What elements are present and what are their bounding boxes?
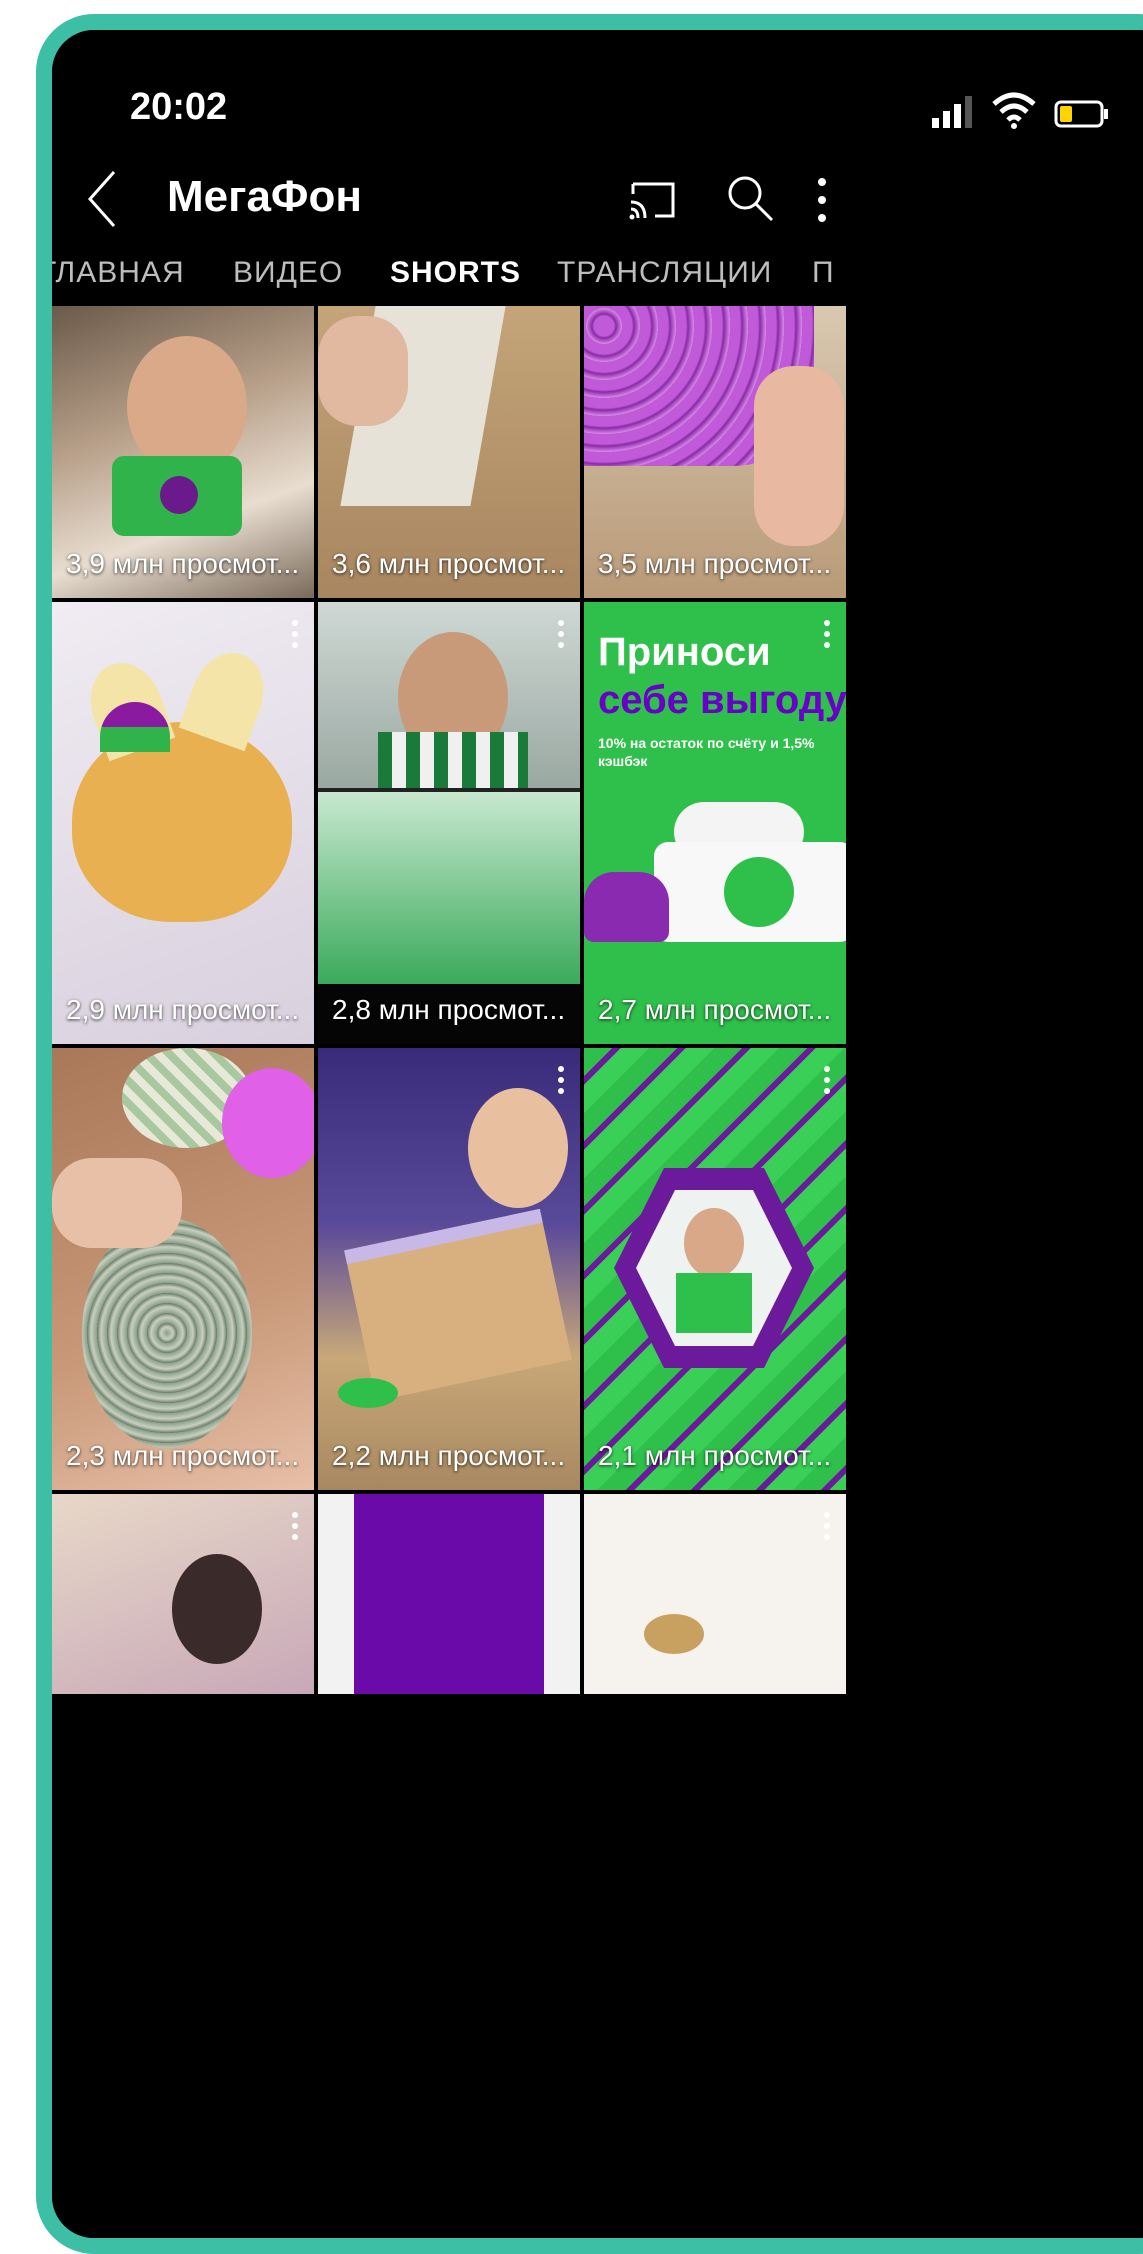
thumbnail-shirt (676, 1273, 752, 1333)
thumbnail-block (354, 1494, 544, 1694)
view-count: 2,7 млн просмот... (598, 994, 832, 1025)
view-count: 2,3 млн просмот... (66, 1440, 300, 1471)
channel-title: МегаФон (167, 172, 362, 221)
promo-subtitle: себе выгоду (598, 678, 846, 722)
tab-home[interactable]: ГЛАВНАЯ (52, 256, 185, 290)
thumbnail-hair (172, 1554, 262, 1664)
short-thumbnail[interactable]: Приноси себе выгоду 10% на остаток по сч… (584, 602, 846, 1044)
tab-videos[interactable]: ВИДЕО (233, 256, 343, 290)
thumbnail-face (127, 336, 247, 476)
more-vert-icon[interactable] (292, 1512, 300, 1540)
short-thumbnail[interactable] (52, 1494, 314, 1694)
thumbnail-shirt (378, 732, 528, 788)
view-count: 2,2 млн просмот... (332, 1440, 566, 1471)
short-thumbnail[interactable]: 2,1 млн просмот... (584, 1048, 846, 1490)
back-arrow-icon[interactable] (82, 164, 122, 234)
short-thumbnail[interactable]: 2,3 млн просмот... (52, 1048, 314, 1490)
tab-playlists[interactable]: П (812, 256, 835, 290)
view-count: 2,8 млн просмот... (332, 994, 566, 1025)
thumbnail-hand (754, 366, 844, 546)
thumbnail-canvas (344, 1208, 572, 1402)
signal-icon (932, 96, 972, 128)
more-vert-icon[interactable] (812, 172, 832, 228)
thumbnail-hand (52, 1158, 182, 1248)
view-count: 2,1 млн просмот... (598, 1440, 832, 1471)
thumbnail-horse (584, 872, 669, 942)
battery-icon (1054, 100, 1108, 128)
short-thumbnail[interactable]: 2,8 млн просмот... (318, 602, 580, 1044)
wifi-icon (992, 92, 1036, 129)
view-count: 3,6 млн просмот... (332, 548, 566, 579)
thumbnail-face (468, 1088, 568, 1208)
search-icon[interactable] (724, 172, 776, 224)
status-time: 20:02 (130, 86, 228, 128)
phone-frame: 20:02 МегаФон ГЛАВНАЯ ВИДЕО SHORTS ТРАНС… (36, 14, 1143, 2254)
thumbnail-knitting (82, 1218, 252, 1448)
tab-shorts[interactable]: SHORTS (390, 256, 521, 290)
app-bar: МегаФон (52, 154, 1143, 258)
thumbnail-corgi (72, 722, 292, 922)
thumbnail-bottom (318, 792, 580, 984)
status-icons (932, 92, 1132, 132)
more-vert-icon[interactable] (292, 620, 300, 648)
short-thumbnail[interactable]: 3,6 млн просмот... (318, 306, 580, 598)
short-thumbnail[interactable]: 2,2 млн просмот... (318, 1048, 580, 1490)
more-vert-icon[interactable] (824, 1066, 832, 1094)
thumbnail-grip (160, 476, 198, 514)
view-count: 3,5 млн просмот... (598, 548, 832, 579)
more-vert-icon[interactable] (558, 1066, 566, 1094)
thumbnail-paint (338, 1378, 398, 1408)
short-thumbnail[interactable]: 3,9 млн просмот... (52, 306, 314, 598)
more-vert-icon[interactable] (824, 1512, 832, 1540)
thumbnail-hand (318, 316, 408, 426)
thumbnail-object (644, 1614, 704, 1654)
short-thumbnail[interactable] (584, 1494, 846, 1694)
screen: 20:02 МегаФон ГЛАВНАЯ ВИДЕО SHORTS ТРАНС… (52, 30, 1143, 2238)
more-vert-icon[interactable] (824, 620, 832, 648)
thumbnail-circle (724, 857, 794, 927)
short-thumbnail[interactable]: 2,9 млн просмот... (52, 602, 314, 1044)
view-count: 2,9 млн просмот... (66, 994, 300, 1025)
thumbnail-caption (398, 952, 402, 968)
short-thumbnail[interactable]: 3,5 млн просмот... (584, 306, 846, 598)
thumbnail-yarn (222, 1068, 314, 1178)
status-bar: 20:02 (52, 30, 1143, 150)
more-vert-icon[interactable] (558, 620, 566, 648)
promo-title: Приноси (598, 630, 771, 674)
tab-live[interactable]: ТРАНСЛЯЦИИ (557, 256, 772, 290)
cast-icon[interactable] (627, 178, 679, 222)
promo-note: 10% на остаток по счёту и 1,5% кэшбэк (598, 735, 815, 769)
view-count: 3,9 млн просмот... (66, 548, 300, 579)
short-thumbnail[interactable] (318, 1494, 580, 1694)
thumbnail-face (684, 1208, 744, 1278)
